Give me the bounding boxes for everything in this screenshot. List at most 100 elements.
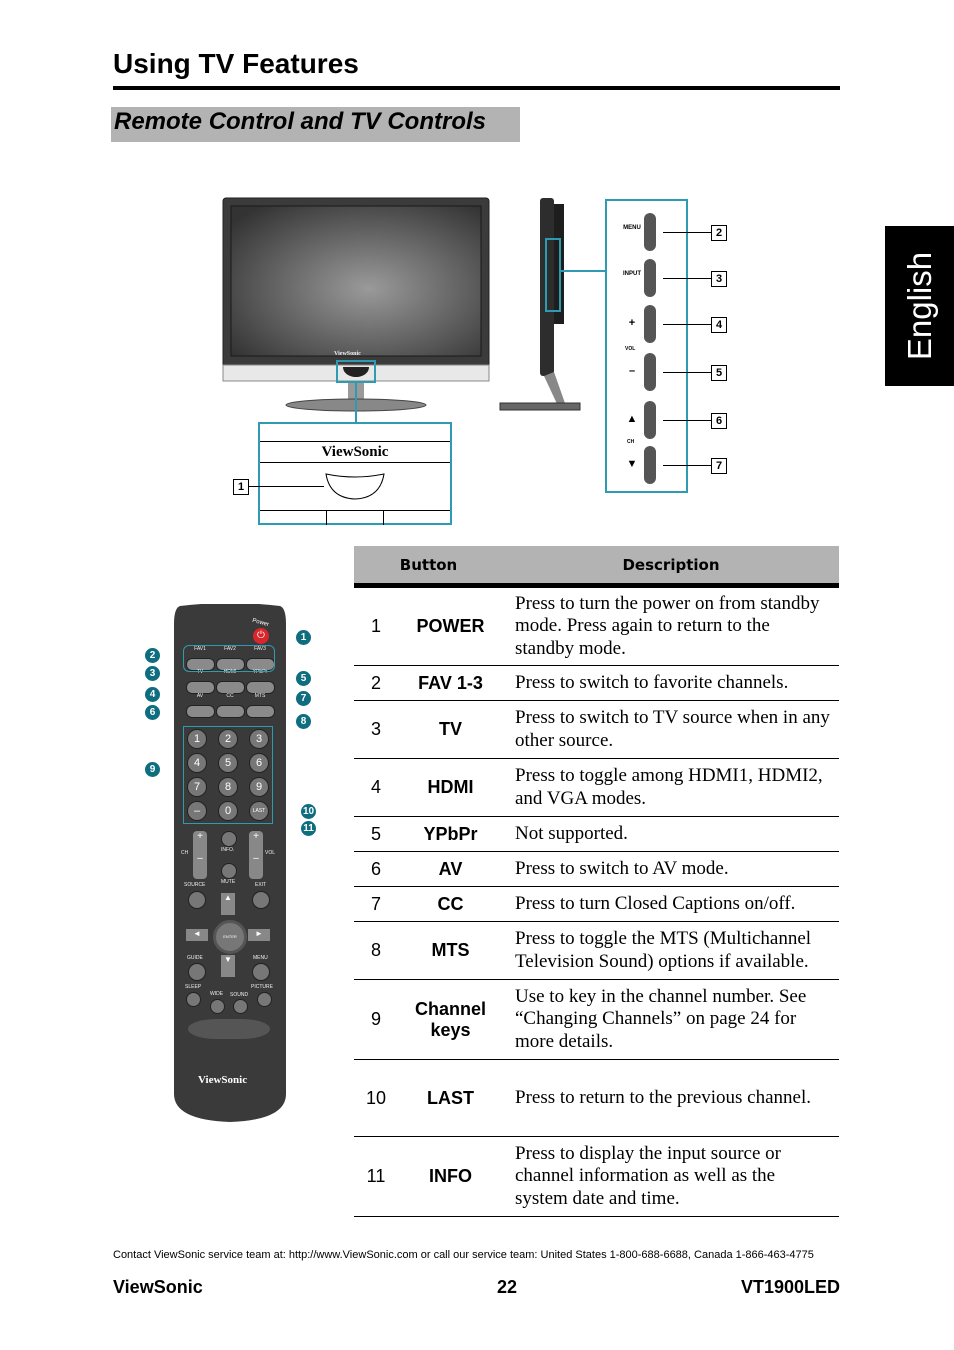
row-button: LAST: [398, 1059, 503, 1137]
guide-label: GUIDE: [187, 955, 203, 961]
power-button-icon: [325, 473, 385, 500]
menu-label: MENU: [253, 955, 268, 961]
wide-label: WIDE: [210, 991, 224, 997]
down-button[interactable]: ▼: [221, 955, 235, 977]
row-description: Press to turn the power on from standby …: [503, 585, 839, 666]
callout-3: 3: [711, 271, 727, 287]
row-number: 8: [354, 921, 398, 980]
table-row: 8 MTS Press to toggle the MTS (Multichan…: [354, 921, 839, 980]
side-control-button[interactable]: [644, 305, 656, 343]
section-title-text: Remote Control and TV Controls: [114, 108, 486, 135]
row-button: MTS: [398, 921, 503, 980]
sound-label: SOUND: [230, 992, 249, 998]
digit-button[interactable]: 9: [249, 777, 269, 797]
ch-label: CH: [181, 850, 189, 856]
row-description: Press to toggle the MTS (Multichannel Te…: [503, 921, 839, 980]
source-label: SOURCE: [184, 882, 206, 888]
row-button: Channel keys: [398, 979, 503, 1060]
side-control-button[interactable]: [644, 446, 656, 484]
power-closeup: ViewSonic: [258, 422, 452, 525]
digit-button[interactable]: 7: [187, 777, 207, 797]
row-number: 5: [354, 816, 398, 852]
sound-button[interactable]: [233, 999, 248, 1014]
row-description: Not supported.: [503, 816, 839, 852]
row-button: TV: [398, 700, 503, 759]
tv-bezel-brand: ViewSonic: [334, 351, 361, 357]
digit-button[interactable]: 3: [249, 729, 269, 749]
row-button: HDMI: [398, 758, 503, 817]
up-button[interactable]: ▲: [221, 893, 235, 915]
row-button: YPbPr: [398, 816, 503, 852]
vol-rocker[interactable]: + –: [249, 831, 263, 879]
remote-callout-6: 6: [145, 705, 160, 720]
ch-rocker[interactable]: + –: [193, 831, 207, 879]
picture-button[interactable]: [257, 992, 272, 1007]
row-number: 1: [354, 585, 398, 666]
button-table: Button Description 1 POWER Press to turn…: [354, 546, 839, 1217]
remote-callout-5: 5: [296, 671, 311, 686]
fav-group-outline: [183, 645, 275, 672]
guide-button[interactable]: [188, 963, 206, 981]
table-row: 6 AV Press to switch to AV mode.: [354, 851, 839, 887]
digit-button[interactable]: 8: [218, 777, 238, 797]
remote-mts-button[interactable]: [246, 705, 275, 718]
digit-button[interactable]: LAST: [249, 801, 269, 821]
tv-side-illustration: [498, 196, 583, 414]
page-title: Using TV Features: [113, 48, 359, 79]
large-bottom-button[interactable]: [188, 1019, 270, 1039]
remote-brand: ViewSonic: [198, 1074, 248, 1086]
side-control-button[interactable]: [644, 213, 656, 251]
digit-button[interactable]: –: [187, 801, 207, 821]
remote-callout-4: 4: [145, 687, 160, 702]
source-button[interactable]: [188, 891, 206, 909]
right-button[interactable]: ►: [248, 929, 270, 941]
row-description: Press to turn Closed Captions on/off.: [503, 886, 839, 922]
callout-7: 7: [711, 458, 727, 474]
remote-callout-9: 9: [145, 762, 160, 777]
digit-button[interactable]: 5: [218, 753, 238, 773]
row-description: Press to switch to AV mode.: [503, 851, 839, 887]
row-description: Press to return to the previous channel.: [503, 1059, 839, 1137]
table-row: 4 HDMI Press to toggle among HDMI1, HDMI…: [354, 758, 839, 817]
table-row: 11 INFO Press to display the input sourc…: [354, 1136, 839, 1217]
row-number: 9: [354, 979, 398, 1060]
exit-button[interactable]: [252, 891, 270, 909]
language-tab: English: [885, 226, 954, 386]
enter-button[interactable]: ENTER: [213, 920, 247, 954]
digit-button[interactable]: 4: [187, 753, 207, 773]
menu-button[interactable]: [252, 963, 270, 981]
callout-6: 6: [711, 413, 727, 429]
left-button[interactable]: ◄: [186, 929, 208, 941]
power-button[interactable]: ⏻: [253, 628, 269, 644]
digit-button[interactable]: 1: [187, 729, 207, 749]
sleep-button[interactable]: [186, 992, 201, 1007]
info-button[interactable]: [221, 831, 237, 847]
side-control-button[interactable]: [644, 259, 656, 297]
exit-label: EXIT: [255, 882, 267, 888]
vol-label: VOL: [265, 850, 276, 856]
side-control-button[interactable]: [644, 401, 656, 439]
remote-callout-10: 10: [301, 804, 316, 819]
row-button: POWER: [398, 585, 503, 666]
header-button: Button: [354, 546, 503, 588]
table-row: 2 FAV 1-3 Press to switch to favorite ch…: [354, 665, 839, 701]
row-description: Press to toggle among HDMI1, HDMI2, and …: [503, 758, 839, 817]
vol-label: VOL: [625, 346, 636, 352]
page-number: 22: [497, 1277, 518, 1297]
digit-button[interactable]: 6: [249, 753, 269, 773]
row-button: AV: [398, 851, 503, 887]
mute-label: MUTE: [221, 879, 236, 885]
callout-5: 5: [711, 365, 727, 381]
digit-button[interactable]: 2: [218, 729, 238, 749]
row-number: 3: [354, 700, 398, 759]
header-description: Description: [503, 546, 839, 588]
remote-cc-button[interactable]: [216, 705, 245, 718]
mute-button[interactable]: [221, 863, 237, 879]
wide-button[interactable]: [210, 999, 225, 1014]
row-number: 11: [354, 1136, 398, 1217]
side-control-button[interactable]: [644, 353, 656, 391]
row-button: FAV 1-3: [398, 665, 503, 701]
remote-av-button[interactable]: [186, 705, 215, 718]
table-row: 3 TV Press to switch to TV source when i…: [354, 700, 839, 759]
digit-button[interactable]: 0: [218, 801, 238, 821]
